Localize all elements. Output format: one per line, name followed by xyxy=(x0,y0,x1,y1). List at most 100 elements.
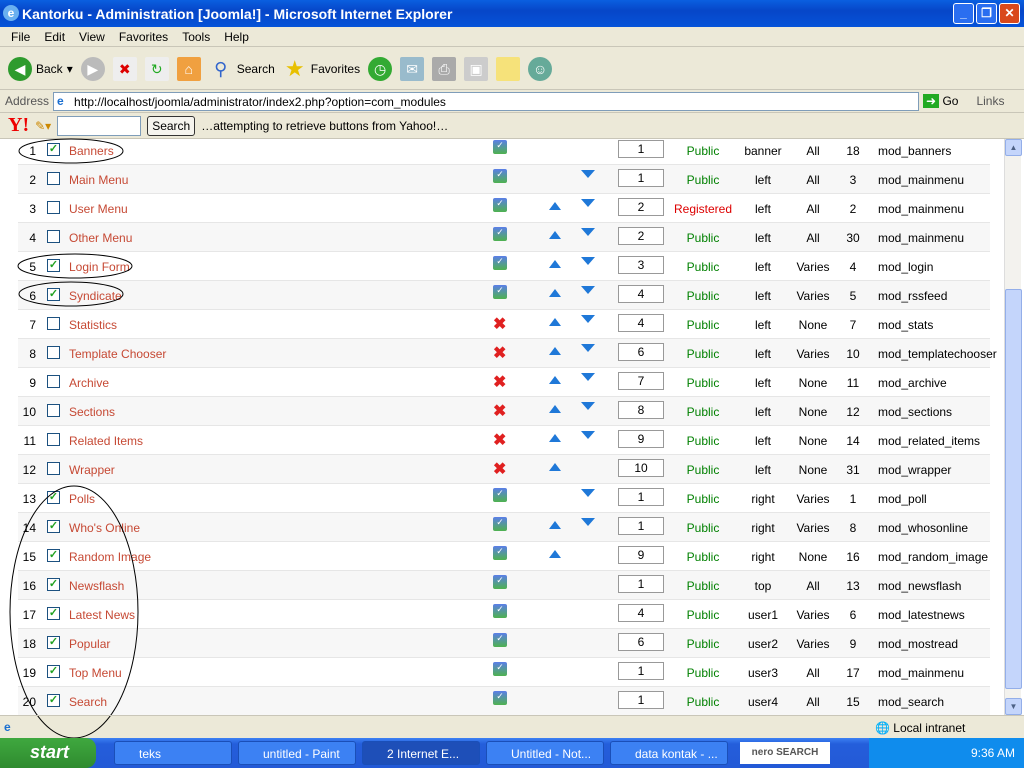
unpublished-icon[interactable]: ✖ xyxy=(493,401,507,420)
module-name-link[interactable]: Popular xyxy=(69,637,110,651)
access-link[interactable]: Public xyxy=(668,318,738,332)
row-checkbox[interactable]: ✓ xyxy=(47,636,60,649)
unpublished-icon[interactable]: ✖ xyxy=(493,314,507,333)
move-down-icon[interactable] xyxy=(581,257,595,265)
published-icon[interactable]: ✓ xyxy=(493,140,507,154)
notes-icon[interactable] xyxy=(496,56,521,81)
access-link[interactable]: Public xyxy=(668,550,738,564)
module-name-link[interactable]: Wrapper xyxy=(69,463,115,477)
edit-icon[interactable]: ▣ xyxy=(464,56,489,81)
access-link[interactable]: Public xyxy=(668,579,738,593)
access-link[interactable]: Public xyxy=(668,260,738,274)
move-down-icon[interactable] xyxy=(581,286,595,294)
published-icon[interactable]: ✓ xyxy=(493,575,507,589)
move-up-icon[interactable] xyxy=(549,260,561,268)
links-button[interactable]: Links xyxy=(976,94,1004,108)
address-input[interactable]: http://localhost/joomla/administrator/in… xyxy=(53,91,920,111)
published-icon[interactable]: ✓ xyxy=(493,691,507,705)
access-link[interactable]: Public xyxy=(668,347,738,361)
row-checkbox[interactable]: ✓ xyxy=(47,491,60,504)
history-icon[interactable]: ◷ xyxy=(368,56,393,81)
row-checkbox[interactable]: ✓ xyxy=(47,578,60,591)
module-name-link[interactable]: User Menu xyxy=(69,202,128,216)
yahoo-logo[interactable]: Y! xyxy=(8,114,29,137)
access-link[interactable]: Public xyxy=(668,289,738,303)
row-checkbox[interactable]: ✓ xyxy=(47,665,60,678)
access-link[interactable]: Public xyxy=(668,608,738,622)
taskbar-item[interactable]: untitled - Paint xyxy=(238,741,356,765)
messenger-icon[interactable]: ☺ xyxy=(528,56,553,81)
move-down-icon[interactable] xyxy=(581,402,595,410)
scroll-thumb[interactable] xyxy=(1005,289,1022,689)
scroll-up-button[interactable]: ▲ xyxy=(1005,139,1022,156)
published-icon[interactable]: ✓ xyxy=(493,662,507,676)
module-name-link[interactable]: Login Form xyxy=(69,260,130,274)
close-button[interactable]: ✕ xyxy=(999,3,1020,24)
published-icon[interactable]: ✓ xyxy=(493,227,507,241)
menu-view[interactable]: View xyxy=(72,27,112,46)
go-button[interactable]: ➜ Go xyxy=(923,94,958,108)
row-checkbox[interactable]: ✓ xyxy=(47,520,60,533)
module-name-link[interactable]: Template Chooser xyxy=(69,347,166,361)
module-name-link[interactable]: Statistics xyxy=(69,318,117,332)
nero-search[interactable]: nero SEARCH xyxy=(740,742,830,764)
move-up-icon[interactable] xyxy=(549,405,561,413)
row-checkbox[interactable]: ✓ xyxy=(47,607,60,620)
access-link[interactable]: Public xyxy=(668,637,738,651)
home-icon[interactable]: ⌂ xyxy=(176,56,201,81)
order-input[interactable]: 6 xyxy=(618,633,664,651)
move-up-icon[interactable] xyxy=(549,521,561,529)
menu-edit[interactable]: Edit xyxy=(37,27,72,46)
module-name-link[interactable]: Sections xyxy=(69,405,115,419)
taskbar-item[interactable]: Untitled - Not... xyxy=(486,741,604,765)
move-up-icon[interactable] xyxy=(549,434,561,442)
order-input[interactable]: 9 xyxy=(618,430,664,448)
order-input[interactable]: 1 xyxy=(618,662,664,680)
access-link[interactable]: Public xyxy=(668,666,738,680)
published-icon[interactable]: ✓ xyxy=(493,285,507,299)
back-button[interactable]: ◀ Back ▾ xyxy=(8,56,73,81)
access-link[interactable]: Public xyxy=(668,144,738,158)
published-icon[interactable]: ✓ xyxy=(493,256,507,270)
move-down-icon[interactable] xyxy=(581,315,595,323)
move-up-icon[interactable] xyxy=(549,550,561,558)
module-name-link[interactable]: Archive xyxy=(69,376,109,390)
row-checkbox[interactable]: ✓ xyxy=(47,143,60,156)
order-input[interactable]: 1 xyxy=(618,140,664,158)
move-up-icon[interactable] xyxy=(549,376,561,384)
order-input[interactable]: 7 xyxy=(618,372,664,390)
stop-icon[interactable]: ✖ xyxy=(112,56,137,81)
access-link[interactable]: Registered xyxy=(668,202,738,216)
order-input[interactable]: 3 xyxy=(618,256,664,274)
unpublished-icon[interactable]: ✖ xyxy=(493,430,507,449)
module-name-link[interactable]: Other Menu xyxy=(69,231,132,245)
move-down-icon[interactable] xyxy=(581,518,595,526)
move-down-icon[interactable] xyxy=(581,373,595,381)
move-up-icon[interactable] xyxy=(549,202,561,210)
order-input[interactable]: 4 xyxy=(618,285,664,303)
refresh-icon[interactable]: ↻ xyxy=(144,56,169,81)
unpublished-icon[interactable]: ✖ xyxy=(493,343,507,362)
menu-tools[interactable]: Tools xyxy=(175,27,217,46)
pencil-icon[interactable]: ✎▾ xyxy=(35,119,51,133)
module-name-link[interactable]: Polls xyxy=(69,492,95,506)
order-input[interactable]: 10 xyxy=(618,459,664,477)
module-name-link[interactable]: Who's Online xyxy=(69,521,140,535)
order-input[interactable]: 1 xyxy=(618,517,664,535)
move-down-icon[interactable] xyxy=(581,228,595,236)
order-input[interactable]: 2 xyxy=(618,198,664,216)
access-link[interactable]: Public xyxy=(668,463,738,477)
order-input[interactable]: 1 xyxy=(618,169,664,187)
menu-favorites[interactable]: Favorites xyxy=(112,27,175,46)
module-name-link[interactable]: Banners xyxy=(69,144,114,158)
row-checkbox[interactable]: ✓ xyxy=(47,288,60,301)
order-input[interactable]: 1 xyxy=(618,691,664,709)
move-up-icon[interactable] xyxy=(549,289,561,297)
menu-help[interactable]: Help xyxy=(217,27,256,46)
search-button[interactable]: ⚲ Search xyxy=(209,57,275,81)
unpublished-icon[interactable]: ✖ xyxy=(493,372,507,391)
access-link[interactable]: Public xyxy=(668,492,738,506)
module-name-link[interactable]: Search xyxy=(69,695,107,709)
row-checkbox[interactable]: ✓ xyxy=(47,549,60,562)
published-icon[interactable]: ✓ xyxy=(493,198,507,212)
